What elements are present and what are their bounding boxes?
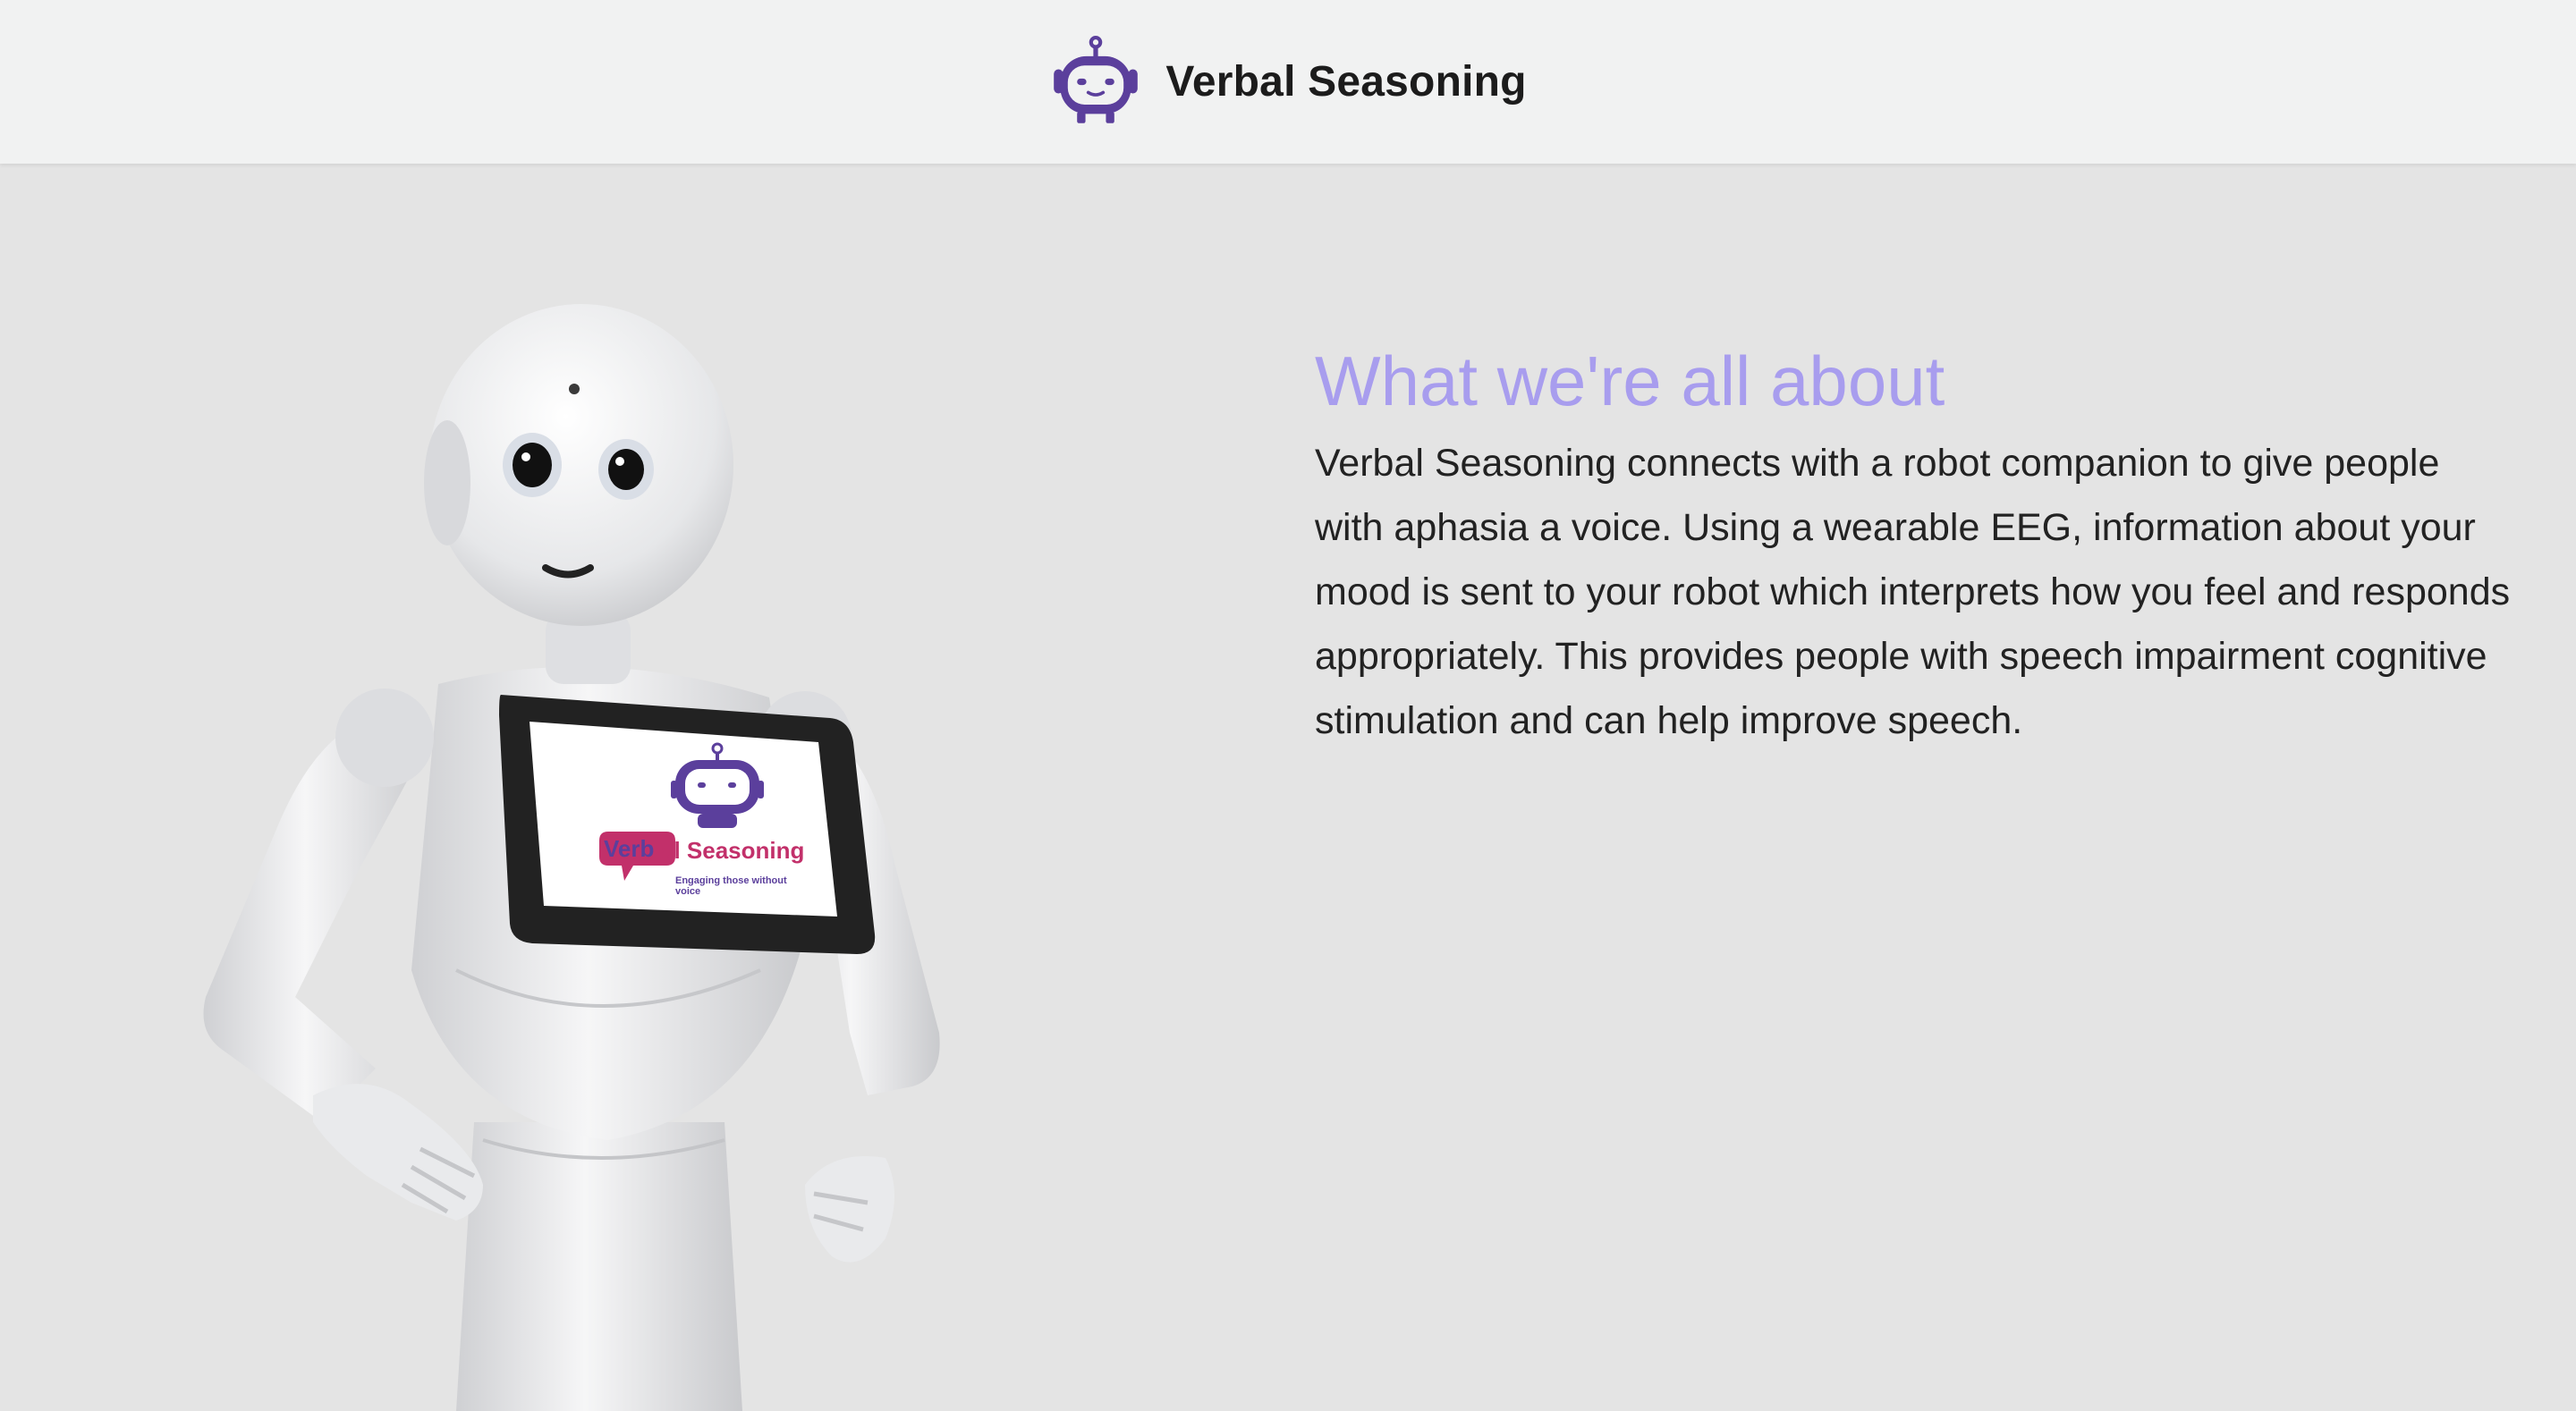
screen-tagline-line2: voice (675, 886, 700, 897)
screen-tagline-line1: Engaging those without (675, 875, 787, 886)
brand-link[interactable]: Verbal Seasoning (1049, 35, 1527, 129)
screen-brand-suffix: al Seasoning (661, 837, 804, 864)
pepper-robot-image: Verb al Seasoning Engaging those without… (188, 291, 993, 1411)
top-navbar: Verbal Seasoning (0, 0, 2576, 164)
about-body: Verbal Seasoning connects with a robot c… (1315, 442, 2511, 742)
about-title: What we're all about (1315, 342, 1945, 420)
about-section: What we're all about Verbal Seasoning co… (1315, 338, 2513, 753)
robot-illustration: Verb al Seasoning Engaging those without… (203, 304, 940, 1411)
brand-name: Verbal Seasoning (1165, 58, 1527, 106)
screen-brand-prefix: Verb (604, 835, 654, 862)
robot-icon (1054, 35, 1139, 123)
